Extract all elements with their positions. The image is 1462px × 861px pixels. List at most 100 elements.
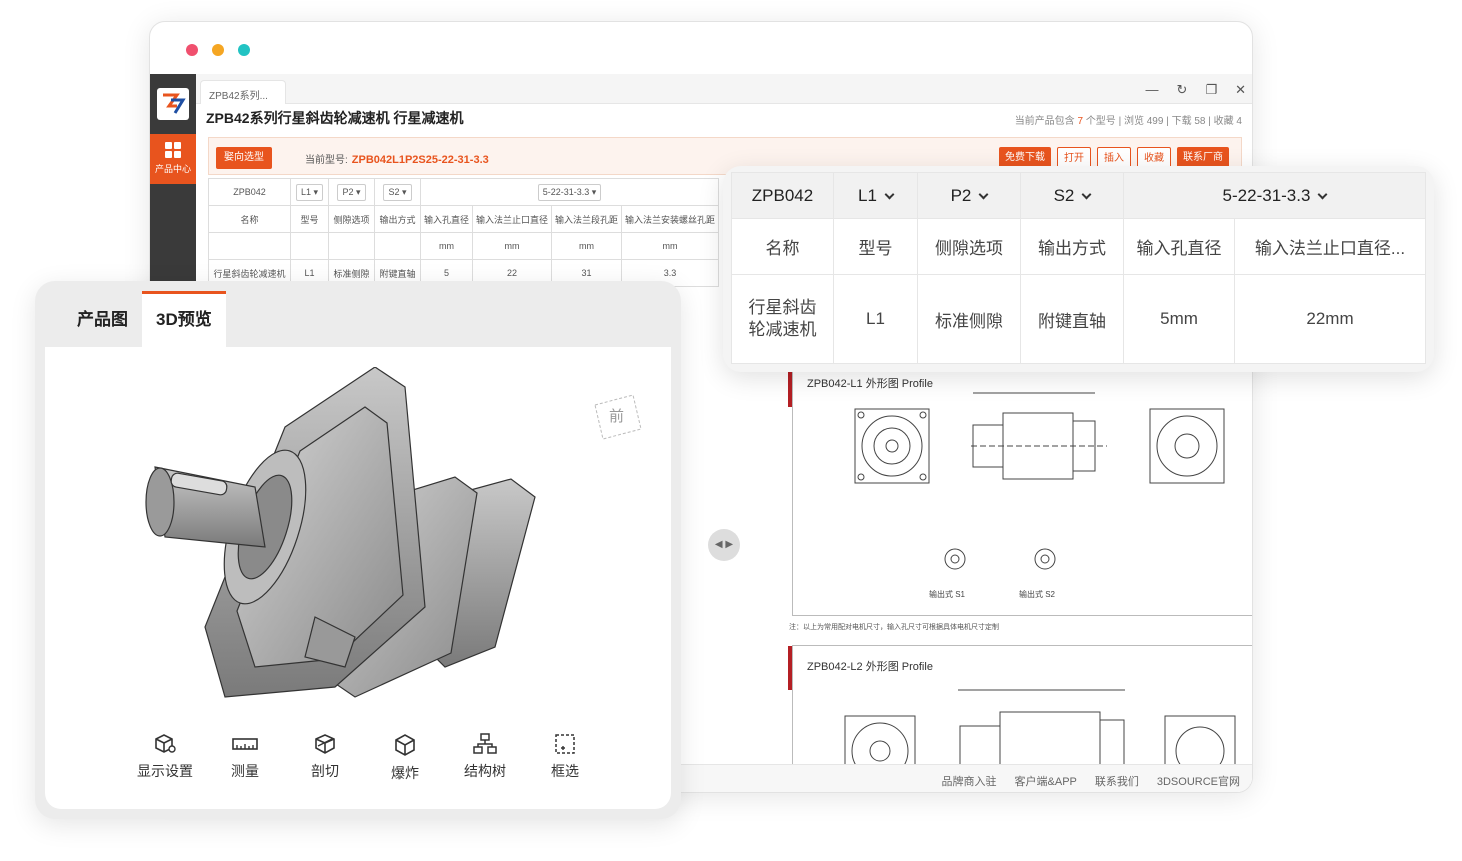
chevron-down-icon bbox=[1317, 189, 1328, 199]
footer-link-brand-join[interactable]: 品牌商入驻 bbox=[942, 773, 997, 789]
product-title: ZPB42系列行星斜齿轮减速机 行星减速机 bbox=[206, 110, 464, 126]
view-cube-front[interactable]: 前 bbox=[585, 387, 655, 462]
selector-row: ZPB042 L1 ▾ P2 ▾ S2 ▾ 5-22-31-3.3 ▾ bbox=[208, 178, 720, 206]
current-model: 当前型号: ZPB042L1P2S25-22-31-3.3 bbox=[305, 151, 489, 166]
explode-button[interactable]: 爆炸 bbox=[365, 733, 445, 783]
backlash-select[interactable]: P2 ▾ bbox=[337, 183, 366, 201]
label-s1: 输出式 S1 bbox=[929, 590, 966, 599]
unit-cell: mm bbox=[419, 232, 474, 260]
view-cube-label: 前 bbox=[609, 408, 625, 425]
header-cell: 输入法兰安装螺丝孔距 bbox=[621, 205, 720, 233]
header-cell: 名称 bbox=[731, 218, 834, 275]
structure-tree-icon bbox=[473, 733, 497, 754]
chevron-down-icon bbox=[1081, 189, 1092, 199]
footer-link-client-app[interactable]: 客户端&APP bbox=[1015, 773, 1077, 789]
gearbox-3d-model[interactable] bbox=[115, 367, 575, 727]
close-dot[interactable] bbox=[186, 44, 198, 56]
data-cell: 附键直轴 bbox=[1020, 274, 1124, 364]
selector-cell: P2 ▾ bbox=[328, 178, 375, 206]
tab-product[interactable]: ZPB42系列... bbox=[200, 80, 286, 104]
minimize-dot[interactable] bbox=[212, 44, 224, 56]
footer-link-official-site[interactable]: 3DSOURCE官网 bbox=[1157, 773, 1240, 789]
ruler-icon bbox=[232, 738, 258, 750]
backlash-selector-value: P2 bbox=[950, 185, 972, 205]
series-value: ZPB042 bbox=[233, 187, 266, 197]
data-cell: 5mm bbox=[1123, 274, 1235, 364]
section-cut-button[interactable]: 剖切 bbox=[285, 733, 365, 783]
display-settings-button[interactable]: 显示设置 bbox=[125, 733, 205, 783]
header-cell: 输入孔直径 bbox=[419, 205, 474, 233]
header-cell: 输出方式 bbox=[1020, 218, 1124, 275]
refresh-icon[interactable]: ↻ bbox=[1177, 82, 1188, 98]
current-model-label: 当前型号: bbox=[305, 155, 348, 166]
label-s2: 输出式 S2 bbox=[1019, 590, 1056, 599]
zoom-dot[interactable] bbox=[238, 44, 250, 56]
unit-cell bbox=[208, 232, 291, 260]
drawing-viewer[interactable]: ZPB042-L1 外形图 Profile 输出式 S1 输出式 S2 注：以上… bbox=[769, 362, 1252, 786]
data-cell: 行星斜齿轮减速机 bbox=[731, 274, 834, 364]
box-select-icon bbox=[555, 734, 575, 754]
models-prefix: 当前产品包含 bbox=[1014, 116, 1075, 127]
header-cell: 输入法兰止口直径... bbox=[1234, 218, 1426, 275]
data-cell: L1 bbox=[833, 274, 918, 364]
dimension-selector-value: 5-22-31-3.3 bbox=[1222, 185, 1311, 205]
preview-viewport[interactable]: 前 显示设置 测量 剖切 爆炸 结构树 框选 bbox=[45, 347, 671, 809]
header-cell: 侧隙选项 bbox=[328, 205, 375, 233]
data-cell: 22mm bbox=[1234, 274, 1426, 364]
header-cell: 型号 bbox=[290, 205, 329, 233]
preview-toolbar: 显示设置 测量 剖切 爆炸 结构树 框选 bbox=[125, 733, 605, 783]
dimension-selector[interactable]: 5-22-31-3.3 bbox=[1123, 172, 1426, 219]
header-cell: 型号 bbox=[833, 218, 918, 275]
header-cell: 输出方式 bbox=[374, 205, 421, 233]
footer-link-contact[interactable]: 联系我们 bbox=[1095, 773, 1139, 789]
model-selector[interactable]: L1 bbox=[833, 172, 918, 219]
rail-item-product-center[interactable]: 产品中心 bbox=[150, 134, 196, 184]
back-to-selection-button[interactable]: 娶向选型 bbox=[216, 147, 272, 169]
downloads-count: 下载 58 bbox=[1171, 116, 1206, 127]
restore-icon[interactable]: ❐ bbox=[1205, 82, 1217, 98]
output-selector[interactable]: S2 bbox=[1020, 172, 1124, 219]
brand-logo[interactable] bbox=[157, 88, 189, 120]
panel-toggle-button[interactable]: ◀ ▶ bbox=[708, 529, 740, 561]
profile-sheet-l1: ZPB042-L1 外形图 Profile 输出式 S1 输出式 S2 bbox=[788, 362, 1252, 616]
preview-card: 产品图 3D预览 前 显示设置 测量 剖切 爆炸 结构树 框选 bbox=[35, 281, 681, 819]
tab-3d-preview[interactable]: 3D预览 bbox=[142, 291, 226, 347]
current-model-value: ZPB042L1P2S25-22-31-3.3 bbox=[351, 154, 489, 166]
window-dots bbox=[186, 44, 250, 56]
header-cell: 名称 bbox=[208, 205, 291, 233]
dimension-select[interactable]: 5-22-31-3.3 ▾ bbox=[537, 183, 602, 201]
tool-label: 测量 bbox=[231, 763, 259, 779]
unit-cell bbox=[290, 232, 329, 260]
selector-cell: S2 ▾ bbox=[374, 178, 421, 206]
backlash-selector[interactable]: P2 bbox=[917, 172, 1021, 219]
measure-button[interactable]: 测量 bbox=[205, 733, 285, 783]
header-row: 名称 型号 侧隙选项 输出方式 输入孔直径 输入法兰止口直径 输入法兰段孔距 输… bbox=[208, 205, 720, 233]
unit-cell: mm bbox=[551, 232, 623, 260]
output-selector-value: S2 bbox=[1053, 185, 1075, 205]
rail-item-label: 产品中心 bbox=[154, 164, 191, 174]
output-select[interactable]: S2 ▾ bbox=[383, 183, 412, 201]
unit-cell: mm bbox=[472, 232, 553, 260]
model-select-value: L1 bbox=[300, 186, 311, 197]
tool-label: 爆炸 bbox=[391, 765, 419, 781]
header-cell: 输入法兰段孔距 bbox=[551, 205, 623, 233]
selector-cell: L1 ▾ bbox=[290, 178, 329, 206]
tool-label: 剖切 bbox=[311, 763, 339, 779]
close-icon[interactable]: ✕ bbox=[1235, 82, 1246, 98]
unit-cell bbox=[374, 232, 421, 260]
tab-product-image[interactable]: 产品图 bbox=[63, 291, 142, 347]
header-cell: 侧隙选项 bbox=[917, 218, 1021, 275]
dimension-select-value: 5-22-31-3.3 bbox=[542, 186, 590, 197]
minimize-icon[interactable]: — bbox=[1146, 82, 1159, 98]
tool-label: 结构树 bbox=[464, 763, 506, 779]
preview-tabs: 产品图 3D预览 bbox=[63, 291, 226, 347]
unit-cell: mm bbox=[621, 232, 720, 260]
explode-icon bbox=[395, 734, 415, 756]
box-select-button[interactable]: 框选 bbox=[525, 733, 605, 783]
model-select[interactable]: L1 ▾ bbox=[295, 183, 324, 201]
tab-label: ZPB42系列... bbox=[209, 91, 268, 102]
data-cell: 标准侧隙 bbox=[917, 274, 1021, 364]
structure-tree-button[interactable]: 结构树 bbox=[445, 733, 525, 783]
profile-l1-drawing bbox=[854, 392, 1225, 570]
table-row[interactable]: 行星斜齿轮减速机 L1 标准侧隙 附键直轴 5mm 22mm bbox=[731, 274, 1426, 364]
